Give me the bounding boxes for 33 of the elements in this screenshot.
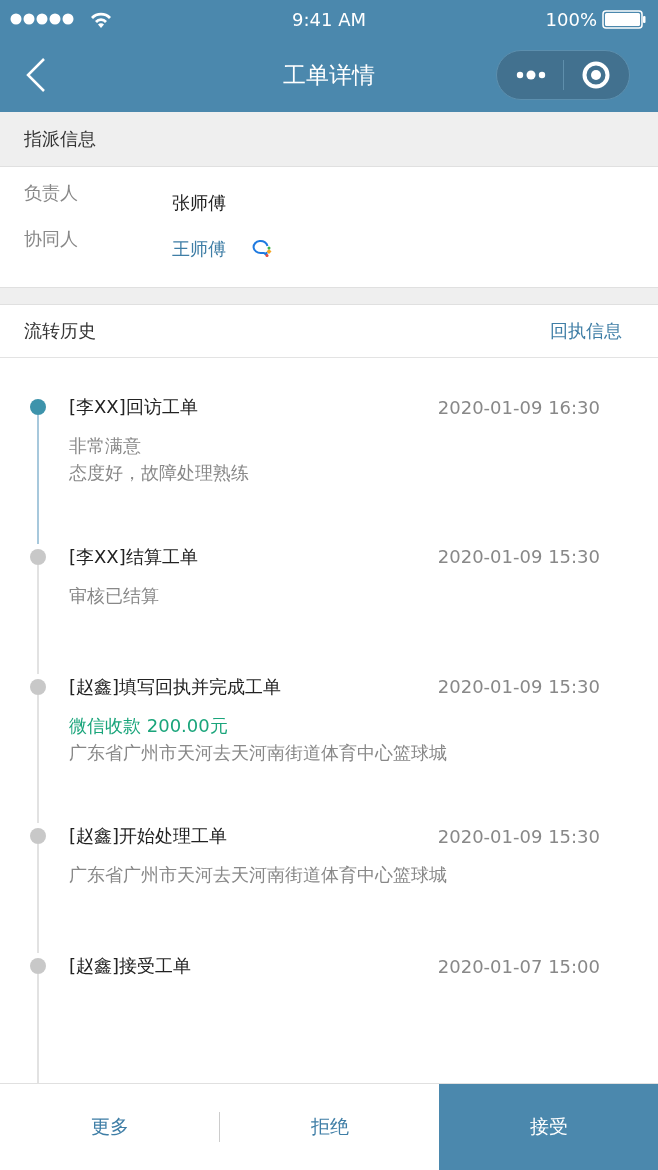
event-detail: 非常满意 — [69, 434, 142, 458]
field-label: 协同人 — [24, 227, 79, 251]
event-detail: 广东省广州市天河去天河南街道体育中心篮球城 — [69, 740, 448, 765]
event-time: 2020-01-09 15:30 — [437, 825, 600, 847]
battery-icon — [602, 9, 646, 29]
field-label: 负责人 — [24, 181, 79, 205]
event-detail: 审核已结算 — [69, 583, 160, 608]
event-title: [赵鑫]接受工单 — [69, 954, 192, 978]
close-icon[interactable] — [582, 61, 611, 89]
event-detail: 广东省广州市天河去天河南街道体育中心篮球城 — [69, 863, 448, 887]
event-title: [赵鑫]填写回执并完成工单 — [69, 674, 282, 699]
event-title: [赵鑫]开始处理工单 — [69, 824, 228, 848]
receipt-link[interactable]: 回执信息 — [550, 319, 622, 343]
more-icon[interactable] — [515, 69, 546, 81]
back-icon[interactable] — [26, 58, 46, 92]
chat-icon[interactable] — [252, 239, 274, 259]
event-time: 2020-01-09 15:30 — [437, 676, 600, 697]
page-title: 工单详情 — [283, 60, 375, 90]
accept-button[interactable]: 接受 — [439, 1084, 658, 1170]
event-time: 2020-01-09 15:30 — [437, 546, 600, 567]
section-heading: 流转历史 — [24, 319, 96, 343]
payment-amount: 微信收款 200.00元 — [69, 713, 229, 738]
battery-percent: 100% — [545, 8, 597, 30]
event-detail: 态度好，故障处理熟练 — [69, 461, 250, 485]
event-title: [李XX]回访工单 — [69, 395, 198, 419]
status-time: 9:41 AM — [292, 8, 366, 30]
event-time: 2020-01-07 15:00 — [437, 955, 600, 977]
section-heading: 指派信息 — [24, 127, 96, 151]
person-name[interactable]: 王师傅 — [172, 237, 226, 261]
event-time: 2020-01-09 16:30 — [437, 396, 600, 418]
event-title: [李XX]结算工单 — [69, 544, 198, 569]
wifi-icon — [90, 10, 112, 28]
person-name: 张师傅 — [172, 191, 226, 215]
